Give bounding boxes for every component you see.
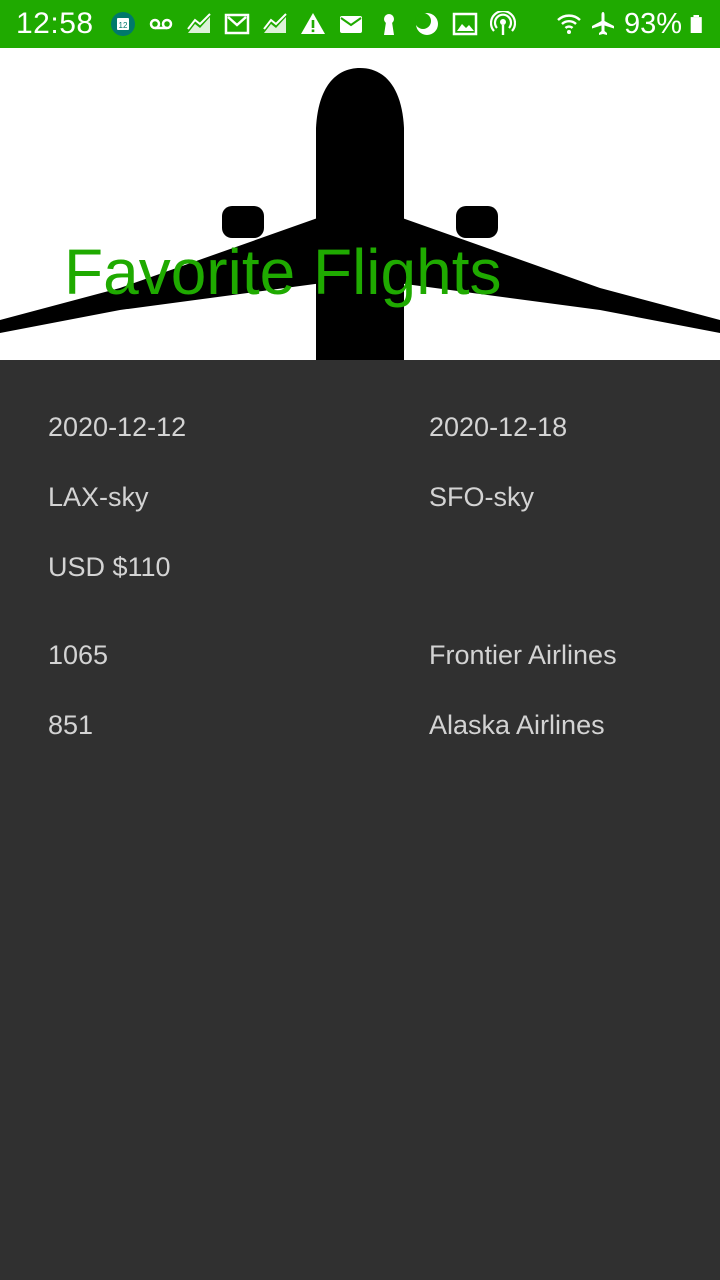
airplane-mode-icon xyxy=(591,12,614,35)
return-date: 2020-12-18 xyxy=(429,412,568,442)
status-time: 12:58 xyxy=(16,7,94,40)
chart-icon xyxy=(256,8,294,40)
status-bar: 12:58 12 93% xyxy=(0,0,720,48)
podcast-icon xyxy=(484,8,522,40)
airline-name: Frontier Airlines xyxy=(429,640,617,670)
calendar-icon: 12 xyxy=(104,8,142,40)
depart-date: 2020-12-12 xyxy=(48,412,187,442)
voicemail-icon xyxy=(142,8,180,40)
airplane-silhouette-icon xyxy=(0,68,720,360)
warning-icon xyxy=(294,8,332,40)
keyhole-icon xyxy=(370,8,408,40)
page-title: Favorite Flights xyxy=(64,236,502,308)
notification-icons: 12 xyxy=(104,8,522,40)
image-icon xyxy=(446,8,484,40)
battery-percent: 93% xyxy=(623,8,682,40)
header-banner: Favorite Flights xyxy=(0,48,720,360)
flight-number: 851 xyxy=(48,710,94,740)
origin-airport: LAX-sky xyxy=(48,482,149,512)
moon-icon xyxy=(408,8,446,40)
flight-number: 1065 xyxy=(48,640,109,670)
chart-icon xyxy=(180,8,218,40)
airline-name: Alaska Airlines xyxy=(429,710,605,740)
destination-airport: SFO-sky xyxy=(429,482,534,512)
price: USD $110 xyxy=(48,552,171,582)
battery-icon xyxy=(690,15,702,33)
gmail-icon xyxy=(218,8,256,40)
calendar-day: 12 xyxy=(119,21,128,30)
mail-icon xyxy=(332,8,370,40)
flight-details: 2020-12-12 2020-12-18 LAX-sky SFO-sky US… xyxy=(0,360,720,1280)
wifi-icon xyxy=(557,14,581,34)
system-icons: 93% xyxy=(556,6,708,42)
